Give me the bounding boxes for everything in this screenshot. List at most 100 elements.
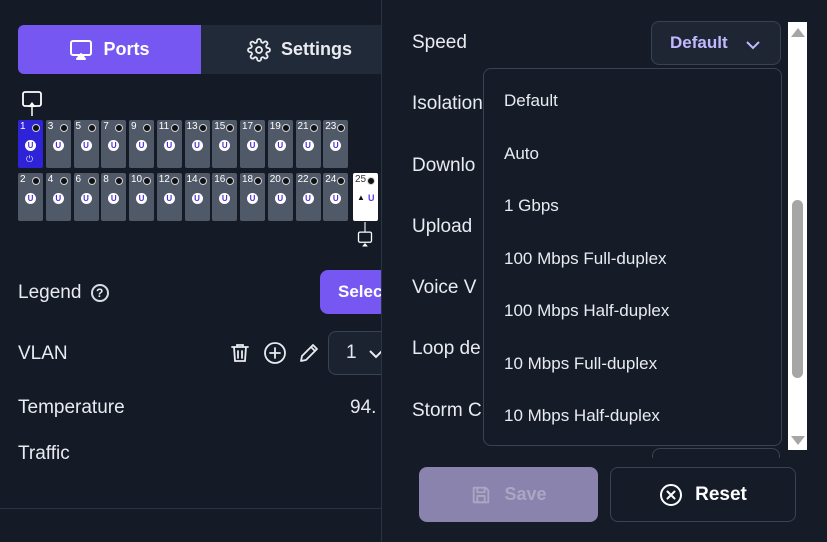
- port-link-led: [59, 124, 68, 132]
- untagged-badge: U: [25, 193, 36, 204]
- speed-label: Speed: [412, 32, 467, 53]
- add-circle-icon[interactable]: [263, 341, 287, 365]
- port-20[interactable]: 20 U: [267, 173, 293, 221]
- vlan-label: VLAN: [18, 343, 68, 364]
- untagged-badge: U: [330, 193, 342, 204]
- tab-bar: Ports Settings: [18, 25, 381, 74]
- legend-row: Legend ?: [18, 282, 109, 304]
- trash-icon[interactable]: [228, 341, 252, 365]
- speed-option[interactable]: Auto: [504, 144, 539, 164]
- chevron-down-icon: [746, 41, 760, 50]
- port-1[interactable]: 1 U ⏻: [18, 120, 43, 168]
- save-label: Save: [504, 484, 547, 504]
- sfp-port[interactable]: 25 ▲ U: [353, 173, 378, 221]
- port-link-led: [309, 177, 318, 185]
- untagged-badge: U: [25, 140, 36, 151]
- port-14[interactable]: 14 U: [184, 173, 210, 221]
- speed-option[interactable]: 10 Mbps Full-duplex: [504, 354, 657, 374]
- port-6[interactable]: 6U: [73, 173, 99, 221]
- port-number: 7: [103, 121, 109, 132]
- port-4[interactable]: 4U: [45, 173, 71, 221]
- isolation-label: Isolation: [412, 93, 483, 114]
- tab-ports[interactable]: Ports: [18, 25, 201, 74]
- port-9[interactable]: 9U: [129, 120, 154, 168]
- port-22[interactable]: 22 U: [295, 173, 321, 221]
- port-link-led: [281, 177, 290, 185]
- tab-settings[interactable]: Settings: [201, 25, 381, 74]
- scroll-up-icon[interactable]: [791, 28, 805, 37]
- port-15[interactable]: 15 U: [212, 120, 238, 168]
- divider: [0, 508, 381, 509]
- port-number: 22: [297, 174, 309, 185]
- speed-option[interactable]: 100 Mbps Full-duplex: [504, 249, 667, 269]
- port-19[interactable]: 19 U: [267, 120, 293, 168]
- port-number: 10: [131, 174, 143, 185]
- port-link-led: [32, 124, 40, 132]
- vlan-value: 1: [346, 342, 357, 363]
- port-24[interactable]: 24 U: [323, 173, 349, 221]
- untagged-badge: U: [274, 193, 286, 204]
- untagged-badge: U: [247, 140, 258, 151]
- port-17[interactable]: 17 U: [240, 120, 265, 168]
- port-23[interactable]: 23 U: [323, 120, 349, 168]
- tab-label: Ports: [103, 39, 150, 59]
- untagged-badge: U: [219, 193, 231, 204]
- port-11[interactable]: 11 U: [156, 120, 182, 168]
- pencil-icon[interactable]: [297, 341, 321, 365]
- port-link-led: [254, 177, 262, 185]
- speed-select[interactable]: Default: [651, 21, 781, 65]
- port-3[interactable]: 3U: [45, 120, 71, 168]
- floppy-disk-icon: [473, 486, 490, 503]
- traffic-label: Traffic: [18, 443, 70, 464]
- port-number: 20: [269, 174, 281, 185]
- speed-option[interactable]: 100 Mbps Half-duplex: [504, 301, 669, 321]
- scrollbar-thumb[interactable]: [792, 200, 803, 378]
- port-link-led: [226, 177, 235, 185]
- speed-option[interactable]: Default: [504, 91, 558, 111]
- speed-value: Default: [670, 33, 728, 52]
- reset-button[interactable]: Reset: [610, 467, 796, 522]
- port-16[interactable]: 16 U: [212, 173, 238, 221]
- port-number: 15: [214, 121, 226, 132]
- port-number: 14: [186, 174, 198, 185]
- port-number: 24: [325, 174, 337, 185]
- untagged-badge: U: [163, 140, 175, 151]
- untagged-badge: U: [80, 193, 92, 204]
- port-5[interactable]: 5U: [73, 120, 99, 168]
- speed-option[interactable]: 10 Mbps Half-duplex: [504, 406, 660, 426]
- port-8[interactable]: 8U: [101, 173, 127, 221]
- port-link-led: [337, 124, 346, 132]
- untagged-badge: U: [80, 140, 92, 151]
- scrollbar[interactable]: [788, 22, 807, 450]
- uplink-top-icon: [22, 91, 42, 116]
- untagged-badge: U: [274, 140, 286, 151]
- untagged-badge: U: [302, 140, 314, 151]
- port-10[interactable]: 10 U: [129, 173, 154, 221]
- hidden-field-edge: [652, 448, 780, 458]
- reset-label: Reset: [695, 483, 747, 505]
- speed-option[interactable]: 1 Gbps: [504, 196, 559, 216]
- port-number: 21: [297, 121, 309, 132]
- arrow-up-icon: ▲: [357, 193, 365, 202]
- port-2[interactable]: 2U: [18, 173, 43, 221]
- port-link-led: [198, 124, 207, 132]
- scroll-down-icon[interactable]: [791, 436, 805, 445]
- port-link-led: [337, 177, 346, 185]
- vlan-select[interactable]: 1: [328, 331, 381, 375]
- storm-control-label: Storm C: [412, 400, 482, 421]
- untagged-badge: U: [191, 193, 203, 204]
- temperature-value: 94.: [350, 397, 377, 418]
- port-link-led: [87, 177, 96, 185]
- port-7[interactable]: 7U: [101, 120, 127, 168]
- port-18[interactable]: 18 U: [240, 173, 265, 221]
- port-21[interactable]: 21 U: [295, 120, 321, 168]
- port-13[interactable]: 13 U: [184, 120, 210, 168]
- port-12[interactable]: 12 U: [156, 173, 182, 221]
- port-link-led: [59, 177, 68, 185]
- port-number: 25: [355, 174, 367, 185]
- port-number: 2: [20, 174, 26, 185]
- help-icon[interactable]: ?: [90, 284, 109, 302]
- save-button[interactable]: Save: [419, 467, 598, 522]
- uplink-bottom-icon: [357, 222, 373, 247]
- select-button[interactable]: Selec: [320, 270, 381, 314]
